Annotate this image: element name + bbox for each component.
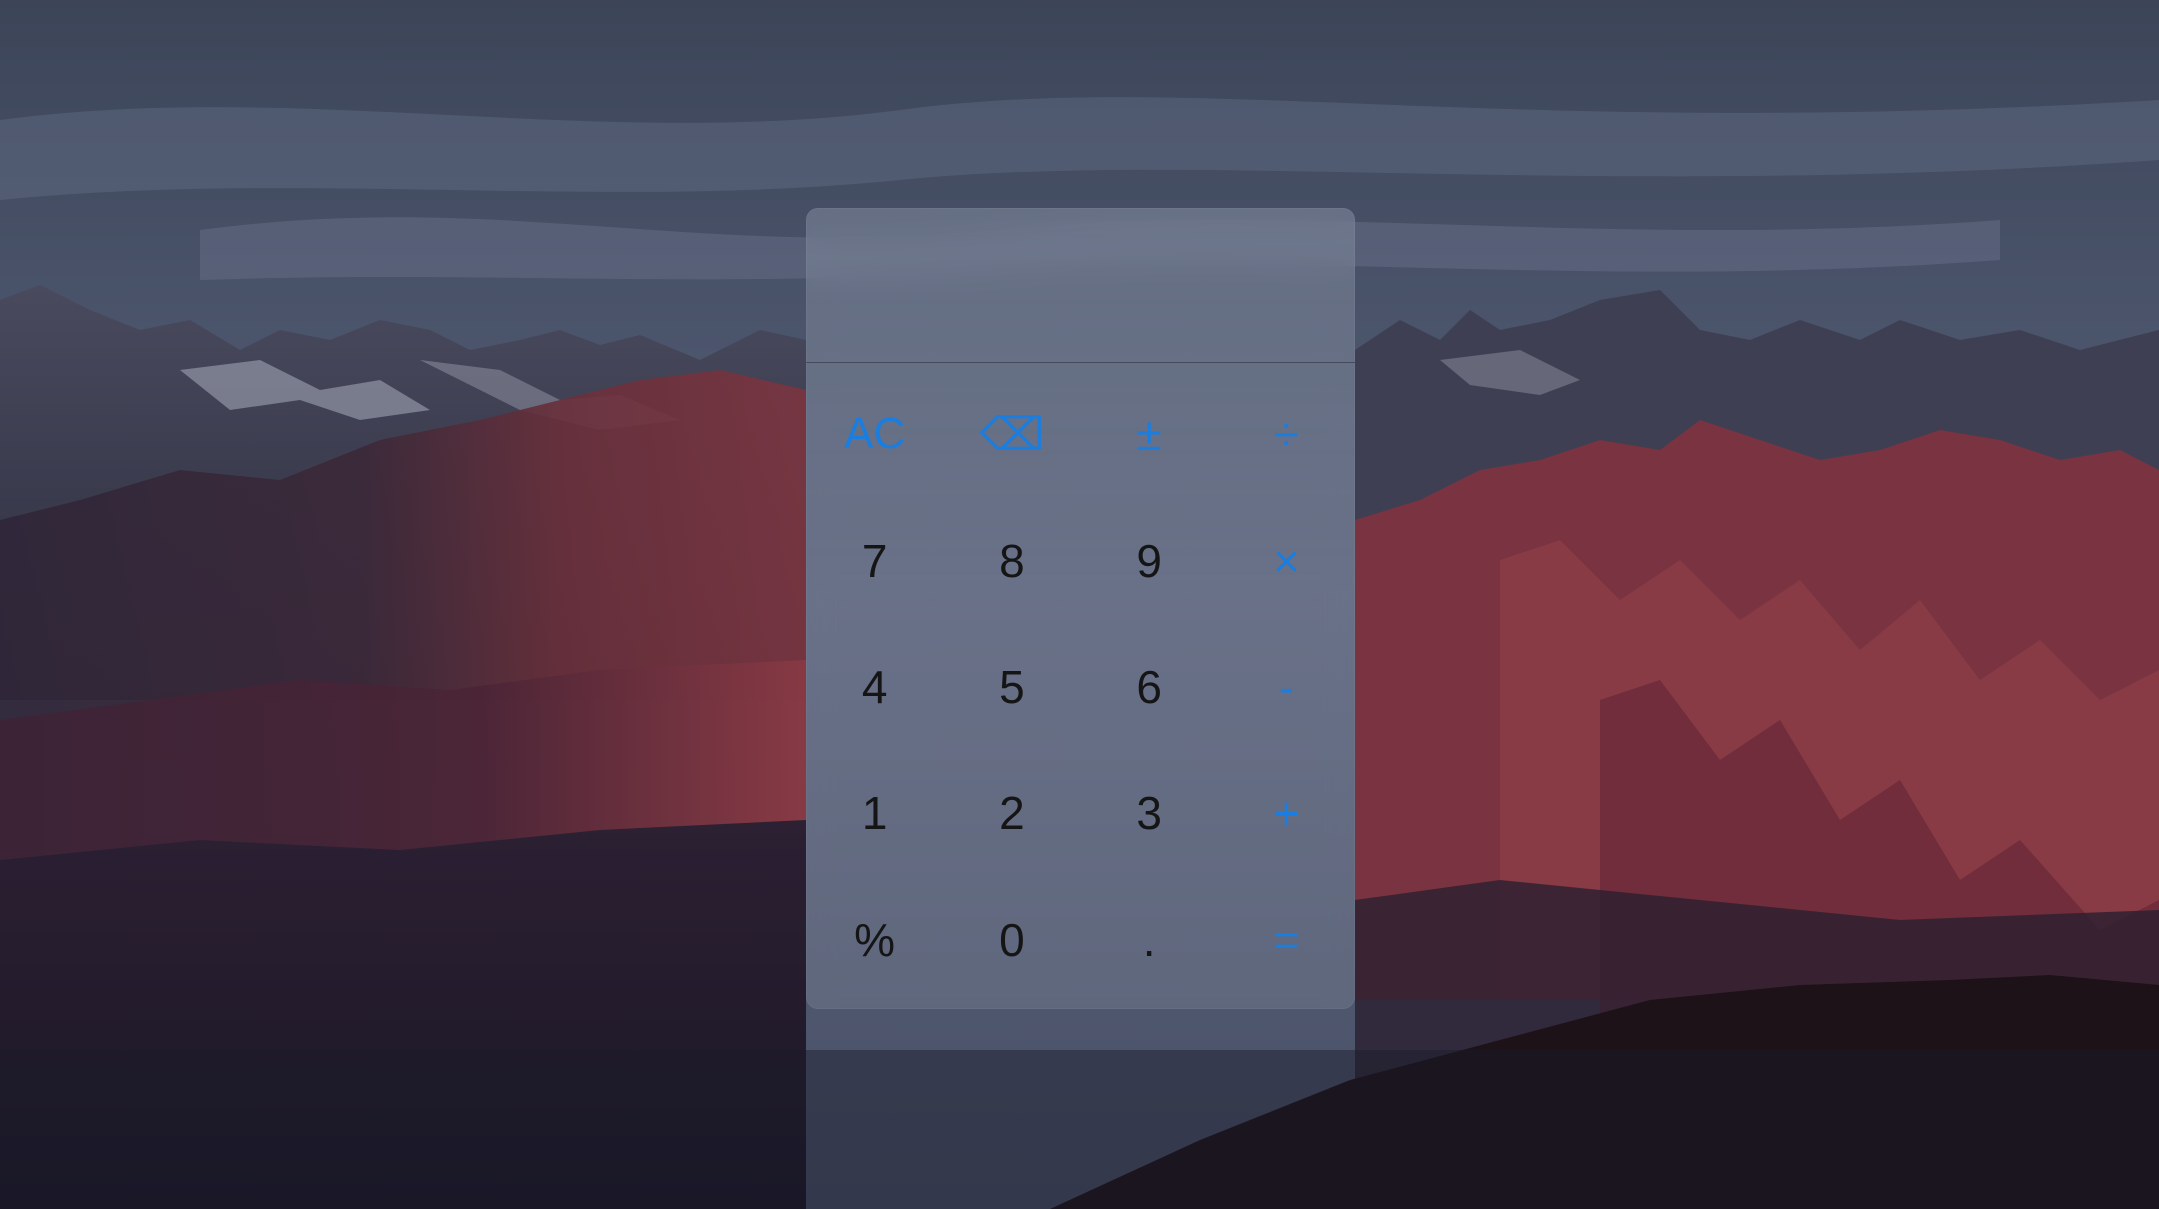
- digit-7-button[interactable]: 7: [806, 497, 943, 623]
- add-button[interactable]: +: [1218, 750, 1355, 876]
- percent-button[interactable]: %: [806, 877, 943, 1003]
- calculator-display: [806, 208, 1355, 363]
- clear-button[interactable]: AC: [806, 371, 943, 497]
- calculator-keypad: AC ⌫ ± ÷ 7 8 9 × 4 5 6- 1 2 3 +% 0. =: [806, 371, 1355, 1003]
- divide-button[interactable]: ÷: [1218, 371, 1355, 497]
- plus-minus-button[interactable]: ±: [1081, 371, 1218, 497]
- digit-8-button[interactable]: 8: [943, 497, 1080, 623]
- multiply-button[interactable]: ×: [1218, 497, 1355, 623]
- digit-9-button[interactable]: 9: [1081, 497, 1218, 623]
- digit-6-button[interactable]: 6: [1081, 624, 1218, 750]
- digit-5-button[interactable]: 5: [943, 624, 1080, 750]
- digit-1-button[interactable]: 1: [806, 750, 943, 876]
- digit-2-button[interactable]: 2: [943, 750, 1080, 876]
- digit-0-button[interactable]: 0: [943, 877, 1080, 1003]
- backspace-button[interactable]: ⌫: [943, 371, 1080, 497]
- digit-3-button[interactable]: 3: [1081, 750, 1218, 876]
- calculator-panel: AC ⌫ ± ÷ 7 8 9 × 4 5 6- 1 2 3 +% 0. =: [806, 208, 1355, 1009]
- decimal-point-button[interactable]: .: [1081, 877, 1218, 1003]
- digit-4-button[interactable]: 4: [806, 624, 943, 750]
- equals-button[interactable]: =: [1218, 877, 1355, 1003]
- subtract-button[interactable]: -: [1218, 624, 1355, 750]
